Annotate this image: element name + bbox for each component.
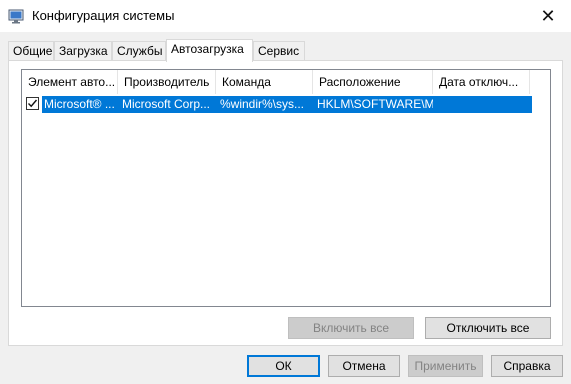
- table-row[interactable]: Microsoft® ... Microsoft Corp... %windir…: [22, 96, 532, 113]
- enable-all-button[interactable]: Включить все: [288, 317, 414, 339]
- startup-item-checkbox[interactable]: [26, 97, 39, 110]
- ok-button[interactable]: ОК: [247, 355, 320, 377]
- column-header-item[interactable]: Элемент авто...: [22, 70, 118, 94]
- title-bar: Конфигурация системы ✕: [0, 0, 571, 32]
- close-icon: ✕: [540, 5, 556, 26]
- tab-startup[interactable]: Автозагрузка: [166, 39, 253, 62]
- list-header: Элемент авто... Производитель Команда Ра…: [22, 70, 550, 94]
- cell-disabled-date: [435, 96, 530, 113]
- tab-services[interactable]: Службы: [112, 41, 166, 61]
- apply-button[interactable]: Применить: [408, 355, 483, 377]
- disable-all-button[interactable]: Отключить все: [425, 317, 551, 339]
- column-header-disabled-date[interactable]: Дата отключ...: [433, 70, 530, 94]
- tab-tools[interactable]: Сервис: [253, 41, 305, 61]
- close-button[interactable]: ✕: [525, 0, 571, 32]
- column-header-location[interactable]: Расположение: [313, 70, 433, 94]
- tab-boot[interactable]: Загрузка: [54, 41, 112, 61]
- system-config-icon: [8, 8, 24, 24]
- help-button[interactable]: Справка: [491, 355, 563, 377]
- tab-general[interactable]: Общие: [8, 41, 54, 61]
- cell-item: Microsoft® ...: [44, 97, 115, 111]
- cell-location: HKLM\SOFTWARE\M...: [317, 97, 433, 111]
- window-title: Конфигурация системы: [32, 8, 175, 23]
- checkmark-icon: [28, 99, 38, 108]
- startup-list[interactable]: Элемент авто... Производитель Команда Ра…: [21, 69, 551, 307]
- cell-command: %windir%\sys...: [220, 97, 305, 111]
- column-header-command[interactable]: Команда: [216, 70, 313, 94]
- startup-tab-panel: Элемент авто... Производитель Команда Ра…: [8, 60, 563, 346]
- cancel-button[interactable]: Отмена: [328, 355, 400, 377]
- column-header-manufacturer[interactable]: Производитель: [118, 70, 216, 94]
- cell-manufacturer: Microsoft Corp...: [122, 97, 211, 111]
